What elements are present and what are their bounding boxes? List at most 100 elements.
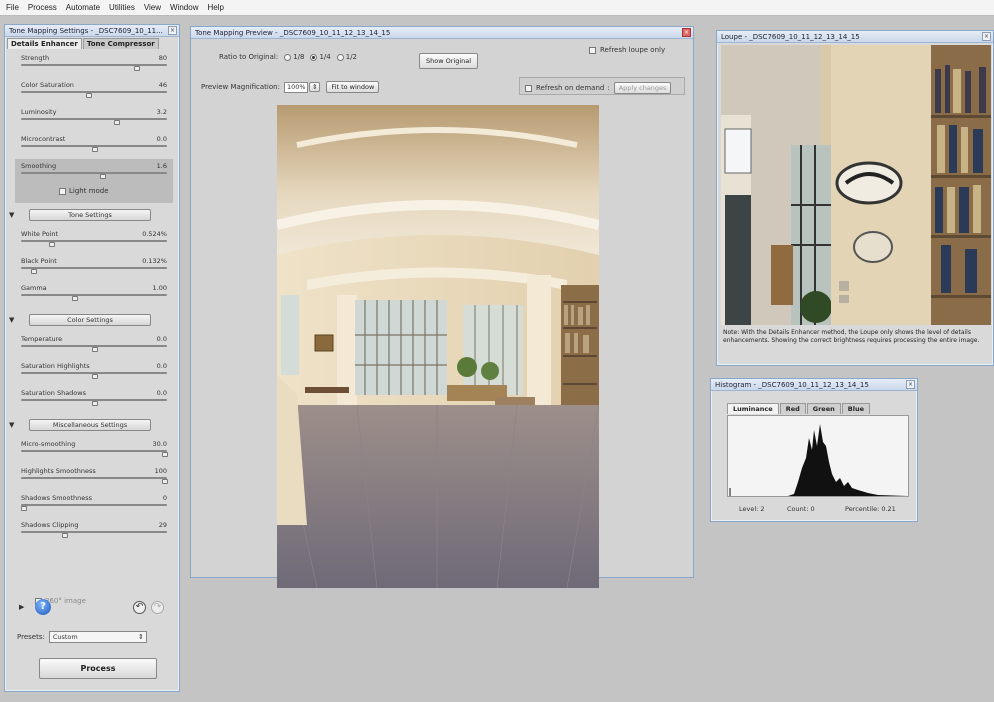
slider-value[interactable]: 1.6 — [157, 162, 167, 170]
loupe-note: Note: With the Details Enhancer method, … — [723, 329, 980, 344]
slider-value[interactable]: 0.132% — [142, 257, 167, 265]
tone-settings-header: ▼ Tone Settings — [9, 203, 169, 227]
slider-value[interactable]: 0.0 — [157, 135, 167, 143]
color-settings-button[interactable]: Color Settings — [29, 314, 151, 326]
slider-track[interactable] — [21, 91, 167, 93]
menu-file[interactable]: File — [6, 3, 19, 12]
slider-thumb[interactable] — [91, 401, 98, 406]
apply-changes-button[interactable]: Apply changes — [613, 82, 672, 94]
histogram-window: Histogram - _DSC7609_10_11_12_13_14_15 ×… — [710, 378, 918, 522]
slider-thumb[interactable] — [114, 120, 121, 125]
ratio-radio-1-2[interactable] — [336, 53, 344, 61]
slider-thumb[interactable] — [91, 347, 98, 352]
ratio-1-8-label: 1/8 — [293, 53, 305, 61]
menu-view[interactable]: View — [144, 3, 161, 12]
help-icon[interactable]: ? — [35, 599, 51, 615]
histogram-titlebar[interactable]: Histogram - _DSC7609_10_11_12_13_14_15 × — [711, 379, 917, 391]
redo-icon[interactable]: ↷ — [151, 601, 164, 614]
slider-value[interactable]: 29 — [159, 521, 167, 529]
mag-label: Preview Magnification: — [201, 83, 280, 91]
tab-tone-compressor[interactable]: Tone Compressor — [82, 38, 159, 49]
slider-track[interactable] — [21, 504, 167, 506]
slider-thumb[interactable] — [71, 296, 78, 301]
slider-row: Highlights Smoothness 100 — [19, 464, 169, 491]
collapse-triangle-icon[interactable]: ▼ — [9, 211, 14, 219]
expand-triangle-icon[interactable]: ▶ — [19, 603, 24, 611]
slider-track[interactable] — [21, 294, 167, 296]
slider-thumb[interactable] — [91, 147, 98, 152]
slider-thumb[interactable] — [21, 506, 27, 511]
menu-automate[interactable]: Automate — [66, 3, 100, 12]
ratio-radio-1-4[interactable] — [310, 53, 318, 61]
slider-track[interactable] — [21, 118, 167, 120]
refresh-loupe-checkbox[interactable]: Refresh loupe only — [589, 46, 665, 54]
histogram-plot[interactable] — [727, 415, 909, 497]
preview-titlebar[interactable]: Tone Mapping Preview - _DSC7609_10_11_12… — [191, 27, 693, 39]
slider-thumb[interactable] — [49, 242, 56, 247]
slider-thumb[interactable] — [162, 452, 168, 457]
slider-track[interactable] — [21, 64, 167, 66]
loupe-window: Loupe - _DSC7609_10_11_12_13_14_15 × Not… — [716, 30, 994, 366]
magnification-input[interactable]: 100% — [283, 81, 308, 93]
slider-track[interactable] — [21, 240, 167, 242]
slider-value[interactable]: 46 — [159, 81, 167, 89]
process-button[interactable]: Process — [39, 658, 157, 679]
menu-process[interactable]: Process — [28, 3, 57, 12]
slider-track[interactable] — [21, 477, 167, 479]
tab-luminance[interactable]: Luminance — [727, 403, 779, 414]
slider-thumb[interactable] — [30, 269, 37, 274]
settings-titlebar[interactable]: Tone Mapping Settings - _DSC7609_10_11..… — [5, 25, 179, 37]
misc-settings-button[interactable]: Miscellaneous Settings — [29, 419, 151, 431]
magnification-spinner[interactable]: ⇕ — [308, 82, 321, 92]
tab-red[interactable]: Red — [779, 403, 806, 414]
slider-value[interactable]: 0.524% — [142, 230, 167, 238]
checkbox-icon[interactable] — [59, 187, 66, 195]
loupe-image[interactable] — [721, 45, 991, 325]
slider-thumb[interactable] — [99, 174, 106, 179]
slider-value[interactable]: 100 — [155, 467, 167, 475]
menu-window[interactable]: Window — [170, 3, 198, 12]
checkbox-icon[interactable] — [589, 46, 596, 54]
presets-select[interactable]: Custom ⇕ — [48, 631, 147, 643]
show-original-button[interactable]: Show Original — [419, 53, 479, 69]
slider-thumb[interactable] — [91, 374, 98, 379]
slider-track[interactable] — [21, 531, 167, 533]
slider-value[interactable]: 0.0 — [157, 335, 167, 343]
close-icon[interactable]: × — [168, 26, 177, 35]
slider-track[interactable] — [21, 172, 167, 174]
misc-settings-header: ▼ Miscellaneous Settings — [9, 413, 169, 437]
slider-track[interactable] — [21, 450, 167, 452]
tab-blue[interactable]: Blue — [841, 403, 870, 414]
undo-icon[interactable]: ↶ — [133, 601, 146, 614]
refresh-demand-checkbox[interactable] — [525, 84, 532, 92]
collapse-triangle-icon[interactable]: ▼ — [9, 316, 14, 324]
close-icon[interactable]: × — [982, 32, 991, 41]
slider-row: Smoothing 1.6 — [19, 159, 169, 183]
menu-help[interactable]: Help — [207, 3, 223, 12]
slider-value[interactable]: 3.2 — [157, 108, 167, 116]
close-icon[interactable]: × — [906, 380, 915, 389]
menu-utilities[interactable]: Utilities — [109, 3, 135, 12]
fit-to-window-button[interactable]: Fit to window — [326, 81, 380, 93]
loupe-titlebar[interactable]: Loupe - _DSC7609_10_11_12_13_14_15 × — [717, 31, 993, 43]
slider-value[interactable]: 30.0 — [153, 440, 167, 448]
slider-value[interactable]: 1.00 — [153, 284, 167, 292]
slider-thumb[interactable] — [162, 479, 168, 484]
preview-image[interactable] — [277, 105, 599, 588]
slider-track[interactable] — [21, 267, 167, 269]
ratio-radio-1-8[interactable] — [284, 53, 292, 61]
slider-thumb[interactable] — [61, 533, 68, 538]
collapse-triangle-icon[interactable]: ▼ — [9, 421, 14, 429]
light-mode-checkbox[interactable]: Light mode — [59, 187, 109, 195]
slider-thumb[interactable] — [133, 66, 140, 71]
slider-value[interactable]: 0 — [163, 494, 167, 502]
tab-details-enhancer[interactable]: Details Enhancer — [7, 38, 82, 49]
tab-green[interactable]: Green — [806, 403, 841, 414]
histogram-percentile: Percentile: 0.21 — [845, 505, 896, 513]
slider-value[interactable]: 0.0 — [157, 389, 167, 397]
close-icon[interactable]: × — [682, 28, 691, 37]
slider-value[interactable]: 0.0 — [157, 362, 167, 370]
tone-settings-button[interactable]: Tone Settings — [29, 209, 151, 221]
slider-value[interactable]: 80 — [159, 54, 167, 62]
slider-thumb[interactable] — [85, 93, 92, 98]
